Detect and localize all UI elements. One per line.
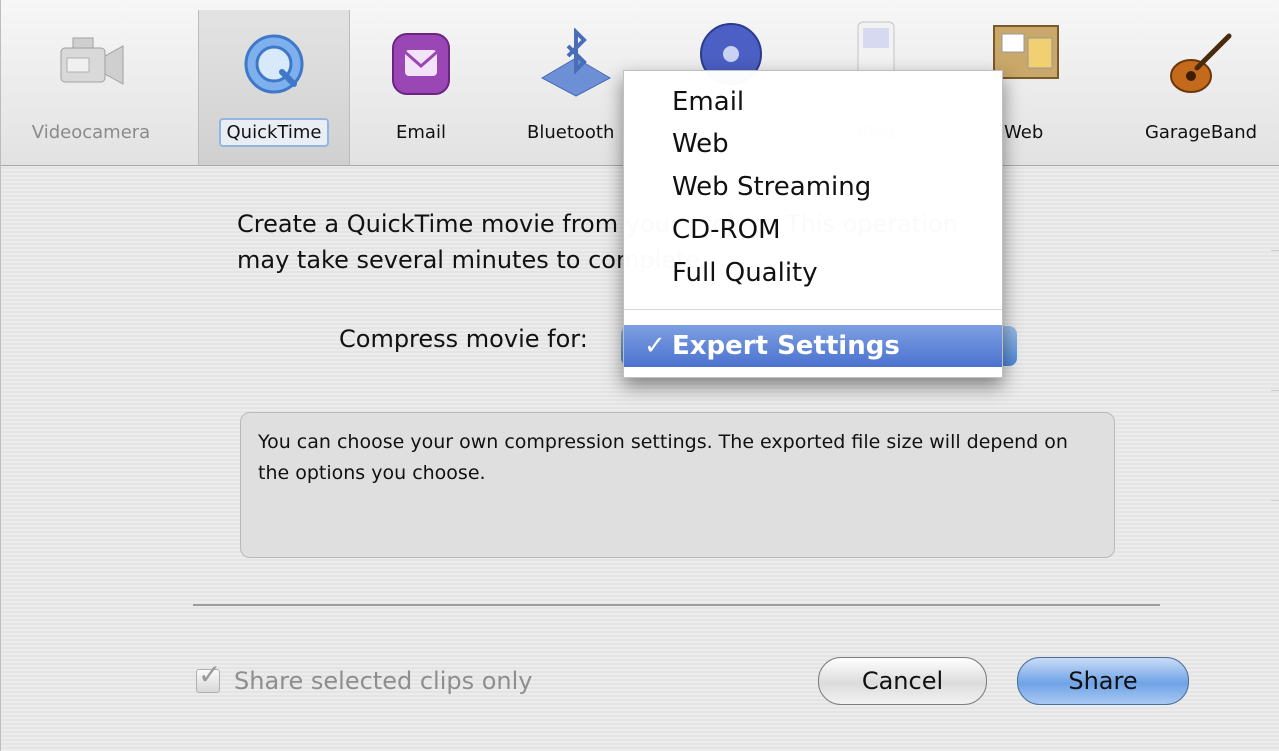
videocamera-icon	[53, 28, 129, 98]
menu-item-full-quality[interactable]: Full Quality	[624, 252, 1002, 294]
menu-item-web[interactable]: Web	[624, 123, 1002, 165]
resize-tick	[1271, 390, 1279, 391]
share-window: Videocamera QuickTime Email Bluetooth iW…	[0, 0, 1279, 751]
toolbar-label-quicktime: QuickTime	[218, 118, 330, 147]
toolbar-label-bluetooth: Bluetooth	[527, 122, 615, 143]
toolbar-label-email: Email	[396, 122, 446, 143]
share-selected-clips-label: Share selected clips only	[234, 667, 533, 695]
resize-tick	[1271, 500, 1279, 501]
bluetooth-icon	[538, 27, 614, 98]
toolbar-label-videocamera: Videocamera	[31, 122, 151, 143]
resize-tick	[1271, 250, 1279, 251]
menu-check-icon: ✓	[644, 331, 666, 361]
menu-item-expert-settings[interactable]: ✓ Expert Settings	[624, 325, 1002, 367]
toolbar-item-bluetooth[interactable]: Bluetooth	[511, 10, 641, 160]
email-icon	[383, 28, 459, 98]
compress-movie-label: Compress movie for:	[339, 325, 588, 353]
cancel-button[interactable]: Cancel	[818, 657, 987, 705]
compression-popup-menu: Email Web Web Streaming CD-ROM Full Qual…	[623, 70, 1003, 378]
menu-item-email[interactable]: Email	[624, 81, 1002, 123]
share-button[interactable]: Share	[1017, 657, 1189, 705]
menu-item-web-streaming[interactable]: Web Streaming	[624, 166, 1002, 208]
menu-item-expert-settings-label: Expert Settings	[672, 331, 900, 361]
checkmark-icon: ✓	[198, 658, 222, 691]
toolbar-item-quicktime[interactable]: QuickTime	[198, 10, 350, 165]
quicktime-icon	[236, 28, 312, 98]
toolbar-label-garageband: GarageBand	[1144, 122, 1258, 143]
menu-item-cd-rom[interactable]: CD-ROM	[624, 209, 1002, 251]
toolbar-item-email[interactable]: Email	[361, 10, 481, 160]
checkbox-box[interactable]: ✓	[196, 658, 221, 693]
compression-info-text: You can choose your own compression sett…	[258, 431, 1068, 484]
share-selected-clips-checkbox[interactable]: ✓ Share selected clips only	[196, 658, 533, 698]
garageband-icon	[1163, 28, 1239, 98]
divider	[193, 604, 1160, 606]
menu-separator	[624, 309, 1002, 310]
toolbar-item-garageband[interactable]: GarageBand	[1131, 10, 1271, 160]
toolbar-item-videocamera[interactable]: Videocamera	[11, 10, 171, 160]
compression-info-box: You can choose your own compression sett…	[240, 412, 1115, 558]
